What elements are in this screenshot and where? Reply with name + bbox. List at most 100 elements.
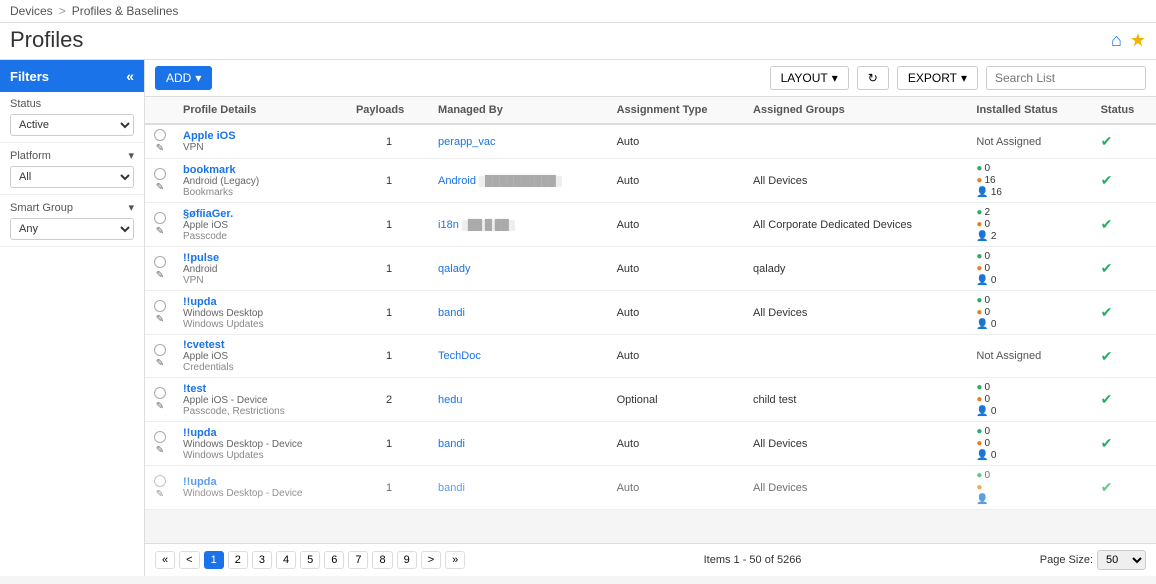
page-first-button[interactable]: « (155, 551, 175, 569)
refresh-button[interactable]: ↻ (857, 66, 889, 90)
profile-name[interactable]: §øfíiaGer. (183, 208, 340, 220)
status-cell: ✔ (1093, 422, 1156, 466)
page-prev-button[interactable]: < (179, 551, 199, 569)
profile-name[interactable]: bookmark (183, 164, 340, 176)
layout-button[interactable]: LAYOUT ▾ (770, 66, 849, 90)
refresh-icon: ↻ (868, 71, 878, 85)
profile-type: VPN (183, 275, 340, 286)
page-7-button[interactable]: 7 (348, 551, 368, 569)
page-next-button[interactable]: > (421, 551, 441, 569)
status-cell: ✔ (1093, 378, 1156, 422)
status-cell: ✔ (1093, 124, 1156, 159)
page-size-select[interactable]: 50 25 100 (1097, 550, 1146, 570)
profile-platform: Windows Desktop (183, 308, 340, 319)
page-8-button[interactable]: 8 (372, 551, 392, 569)
profile-name[interactable]: !test (183, 383, 340, 395)
filter-smartgroup-group: Smart Group ▾ Any (0, 195, 144, 247)
breadcrumb-sep: > (59, 4, 66, 18)
status-cell: ✔ (1093, 159, 1156, 203)
status-num-person: 👤0 (976, 406, 1084, 417)
row-radio[interactable] (154, 256, 166, 268)
content: ADD ▾ LAYOUT ▾ ↻ EXPORT ▾ (145, 60, 1156, 576)
status-num-green: ●0 (976, 382, 1084, 393)
edit-icon[interactable]: ✎ (156, 401, 164, 412)
profile-name[interactable]: !!upda (183, 427, 340, 439)
status-num-person: 👤0 (976, 319, 1084, 330)
edit-icon[interactable]: ✎ (156, 270, 164, 281)
row-radio[interactable] (154, 212, 166, 224)
profile-type: Credentials (183, 362, 340, 373)
profile-name[interactable]: !cvetest (183, 339, 340, 351)
pagination: « < 1 2 3 4 5 6 7 8 9 > » Items 1 - 50 o… (145, 543, 1156, 576)
status-num-person: 👤0 (976, 275, 1084, 286)
col-managed-by: Managed By (430, 97, 609, 124)
home-icon[interactable]: ⌂ (1111, 30, 1122, 51)
status-ok-icon: ✔ (1101, 435, 1113, 451)
page-1-button[interactable]: 1 (204, 551, 224, 569)
edit-icon[interactable]: ✎ (156, 314, 164, 325)
filter-status-select[interactable]: Active Inactive (10, 114, 134, 136)
profile-details-cell: bookmark Android (Legacy) Bookmarks (175, 159, 348, 203)
profile-name[interactable]: !!upda (183, 296, 340, 308)
assignment-type-cell: Auto (609, 422, 745, 466)
page-3-button[interactable]: 3 (252, 551, 272, 569)
search-input[interactable] (986, 66, 1146, 90)
status-ok-icon: ✔ (1101, 304, 1113, 320)
table-row: ✎!!upda Windows Desktop - Device 1bandiA… (145, 466, 1156, 510)
add-button[interactable]: ADD ▾ (155, 66, 212, 90)
managed-by-cell: Android ██████████ (430, 159, 609, 203)
star-icon[interactable]: ★ (1130, 30, 1146, 51)
assigned-groups-cell: All Devices (745, 466, 968, 510)
page-5-button[interactable]: 5 (300, 551, 320, 569)
row-radio[interactable] (154, 344, 166, 356)
filter-smartgroup-select[interactable]: Any (10, 218, 134, 240)
status-nums: ●0 ●0 👤0 (976, 426, 1084, 461)
profile-name[interactable]: Apple iOS (183, 130, 340, 142)
breadcrumb-devices[interactable]: Devices (10, 4, 53, 18)
sidebar-collapse-icon[interactable]: « (126, 68, 134, 84)
edit-icon[interactable]: ✎ (156, 226, 164, 237)
export-button[interactable]: EXPORT ▾ (897, 66, 978, 90)
page-2-button[interactable]: 2 (228, 551, 248, 569)
edit-icon[interactable]: ✎ (156, 143, 164, 154)
assigned-groups-cell: qalady (745, 247, 968, 291)
status-ok-icon: ✔ (1101, 133, 1113, 149)
page-9-button[interactable]: 9 (397, 551, 417, 569)
status-num-orange: ●0 (976, 307, 1084, 318)
sidebar-title: Filters (10, 69, 49, 84)
status-num-orange: ●0 (976, 263, 1084, 274)
status-cell: ✔ (1093, 203, 1156, 247)
page-header: Profiles ⌂ ★ (0, 23, 1156, 60)
col-profile-details: Profile Details (175, 97, 348, 124)
row-radio[interactable] (154, 129, 166, 141)
filter-platform-select[interactable]: All iOS Android Windows (10, 166, 134, 188)
edit-icon[interactable]: ✎ (156, 358, 164, 369)
status-cell: ✔ (1093, 466, 1156, 510)
row-radio[interactable] (154, 387, 166, 399)
managed-by-cell: TechDoc (430, 335, 609, 378)
row-radio[interactable] (154, 475, 166, 487)
status-num-green: ●2 (976, 207, 1084, 218)
row-radio[interactable] (154, 300, 166, 312)
filter-platform-group: Platform ▾ All iOS Android Windows (0, 143, 144, 195)
status-ok-icon: ✔ (1101, 348, 1113, 364)
row-radio[interactable] (154, 431, 166, 443)
status-num-orange: ●0 (976, 394, 1084, 405)
assignment-type-cell: Auto (609, 124, 745, 159)
page-6-button[interactable]: 6 (324, 551, 344, 569)
filter-smartgroup-label: Smart Group ▾ (10, 201, 134, 214)
table-row: ✎§øfíiaGer. Apple iOS Passcode1i18n ██ █… (145, 203, 1156, 247)
row-radio[interactable] (154, 168, 166, 180)
page-last-button[interactable]: » (445, 551, 465, 569)
assigned-groups-cell (745, 335, 968, 378)
sidebar: Filters « Status Active Inactive Platfor… (0, 60, 145, 576)
profile-name[interactable]: !!pulse (183, 252, 340, 264)
profile-name[interactable]: !!upda (183, 476, 340, 488)
edit-icon[interactable]: ✎ (156, 182, 164, 193)
table-row: ✎Apple iOS VPN 1perapp_vacAutoNot Assign… (145, 124, 1156, 159)
page-4-button[interactable]: 4 (276, 551, 296, 569)
edit-icon[interactable]: ✎ (156, 489, 164, 500)
edit-icon[interactable]: ✎ (156, 445, 164, 456)
pagination-info: Items 1 - 50 of 5266 (469, 554, 1036, 566)
assignment-type-cell: Auto (609, 203, 745, 247)
